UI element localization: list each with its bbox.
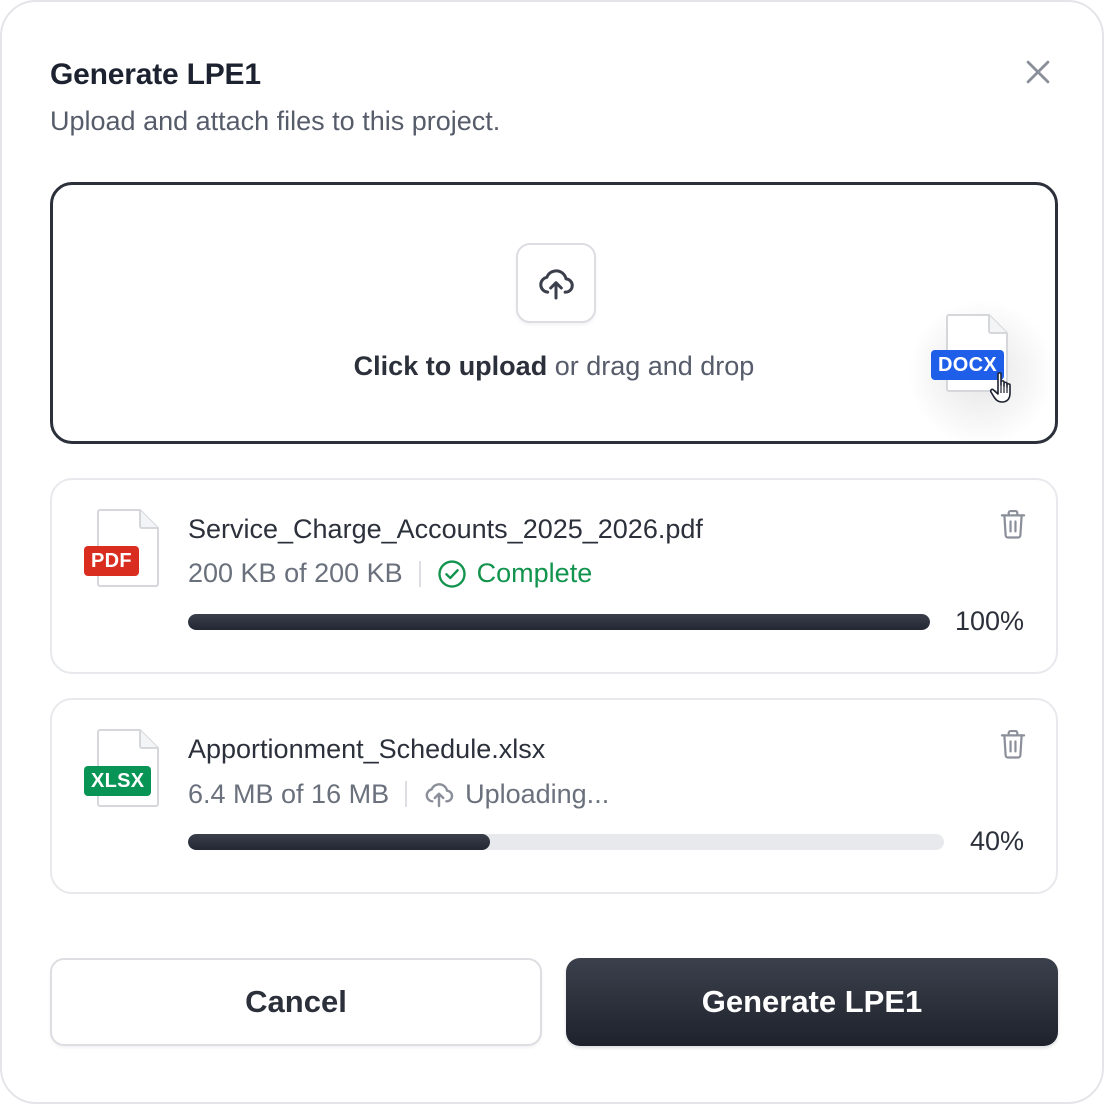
- progress-bar: [188, 614, 930, 630]
- file-dropzone[interactable]: Click to upload or drag and drop DOCX: [50, 182, 1061, 453]
- cancel-button[interactable]: Cancel: [50, 958, 542, 1046]
- progress-fill: [188, 614, 930, 630]
- hand-cursor-icon: [989, 372, 1011, 403]
- file-meta: 200 KB of 200 KB Complete: [188, 558, 592, 589]
- generate-button[interactable]: Generate LPE1: [566, 958, 1058, 1046]
- file-meta: 6.4 MB of 16 MB Uploading...: [188, 778, 609, 810]
- status-label: Uploading...: [465, 778, 610, 809]
- status-label: Complete: [476, 558, 593, 588]
- check-circle-icon: [437, 559, 466, 588]
- upload-status: Uploading...: [423, 778, 609, 810]
- xlsx-badge: XLSX: [84, 766, 152, 796]
- file-size: 6.4 MB of 16 MB: [188, 778, 390, 809]
- file-size: 200 KB of 200 KB: [188, 558, 403, 588]
- upload-status: Complete: [437, 558, 593, 589]
- upload-dialog: Generate LPE1 Upload and attach files to…: [0, 0, 1104, 1104]
- meta-divider: [405, 781, 408, 807]
- progress-bar: [188, 834, 944, 850]
- close-button[interactable]: [1014, 48, 1062, 96]
- file-type-icon: XLSX: [82, 728, 172, 812]
- dialog-title: Generate LPE1: [50, 58, 261, 91]
- progress-fill: [188, 834, 491, 850]
- trash-icon: [1000, 509, 1026, 539]
- click-to-upload-link[interactable]: Click to upload: [354, 351, 548, 381]
- upload-cloud-icon: [425, 783, 454, 808]
- progress-percent: 40%: [969, 826, 1024, 856]
- file-type-icon: PDF: [82, 508, 172, 592]
- close-icon: [1026, 60, 1050, 84]
- dialog-subtitle: Upload and attach files to this project.: [50, 106, 501, 136]
- file-item-pdf: PDF Service_Charge_Accounts_2025_2026.pd…: [50, 478, 1058, 674]
- file-name: Apportionment_Schedule.xlsx: [188, 734, 546, 764]
- delete-file-button[interactable]: [998, 508, 1028, 540]
- drag-drop-text: or drag and drop: [547, 351, 755, 381]
- progress-percent: 100%: [954, 606, 1024, 636]
- file-item-xlsx: XLSX Apportionment_Schedule.xlsx 6.4 MB …: [50, 698, 1058, 894]
- pdf-badge: PDF: [84, 546, 139, 576]
- file-name: Service_Charge_Accounts_2025_2026.pdf: [188, 514, 703, 544]
- delete-file-button[interactable]: [998, 728, 1028, 760]
- upload-icon-box: [516, 243, 596, 323]
- upload-cloud-icon: [539, 269, 574, 300]
- meta-divider: [418, 560, 421, 587]
- dragging-file[interactable]: DOCX: [901, 293, 1061, 453]
- trash-icon: [1000, 729, 1026, 759]
